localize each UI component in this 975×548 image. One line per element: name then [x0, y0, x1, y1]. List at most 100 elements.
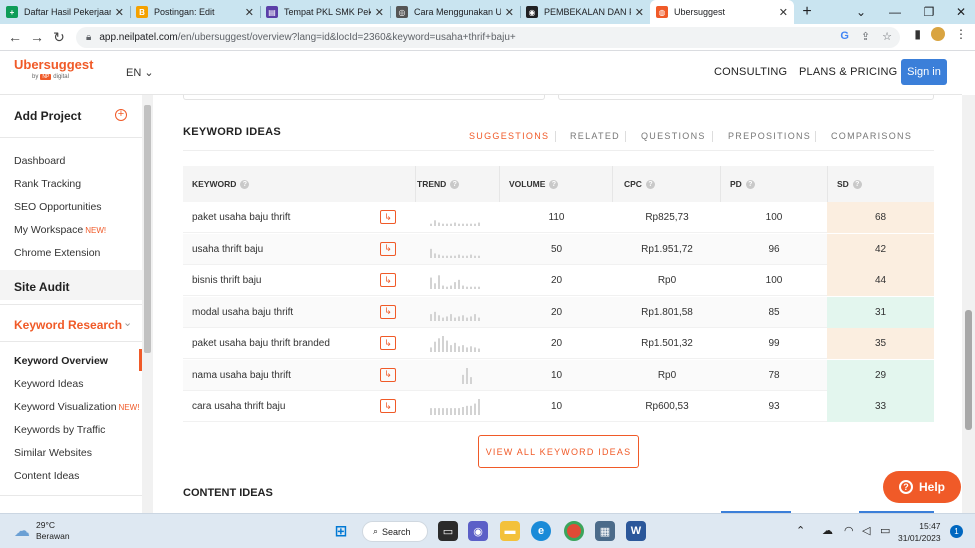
sign-in-button[interactable]: Sign in	[901, 59, 947, 85]
help-question-icon[interactable]: ?	[852, 179, 862, 189]
col-keyword[interactable]: KEYWORD?	[192, 179, 250, 189]
url-input[interactable]: 🔒︎ app.neilpatel.com/en/ubersuggest/over…	[76, 27, 900, 48]
col-volume[interactable]: VOLUME?	[509, 179, 559, 189]
add-project-label[interactable]: Add Project	[14, 109, 81, 123]
tab-suggestions[interactable]: SUGGESTIONS	[469, 131, 549, 141]
close-tab-icon[interactable]: ✕	[505, 6, 514, 19]
sidepanel-icon[interactable]: ▮	[914, 27, 921, 41]
keyword-details-icon[interactable]: ↳	[380, 273, 396, 287]
tab-comparisons[interactable]: COMPARISONS	[831, 131, 912, 141]
edge-icon[interactable]: e	[531, 521, 551, 541]
close-tab-icon[interactable]: ✕	[635, 6, 644, 19]
chrome-icon[interactable]	[564, 521, 584, 541]
back-icon[interactable]: ←	[4, 29, 26, 45]
close-tab-icon[interactable]: ✕	[245, 6, 254, 19]
keyword-cell[interactable]: nama usaha baju thrift	[192, 370, 291, 381]
sidebar-item-dashboard[interactable]: Dashboard	[14, 155, 65, 167]
view-all-keyword-ideas-button[interactable]: VIEW ALL KEYWORD IDEAS	[478, 435, 639, 468]
word-icon[interactable]: W	[626, 521, 646, 541]
onedrive-icon[interactable]: ☁	[822, 524, 833, 537]
browser-tab[interactable]: + Daftar Hasil Pekerjaan ✕	[0, 0, 130, 24]
calculator-icon[interactable]: ▦	[595, 521, 615, 541]
tab-questions[interactable]: QUESTIONS	[641, 131, 706, 141]
col-cpc[interactable]: CPC?	[624, 179, 655, 189]
browser-tab[interactable]: B Postingan: Edit ✕	[130, 0, 260, 24]
restore-icon[interactable]: ❐	[912, 0, 946, 24]
volume-icon[interactable]: ◁	[862, 524, 870, 537]
tab-related[interactable]: RELATED	[570, 131, 620, 141]
keyword-details-icon[interactable]: ↳	[380, 399, 396, 413]
sidebar-item-content-ideas[interactable]: Content Ideas	[14, 470, 79, 482]
consulting-link[interactable]: CONSULTING	[714, 66, 787, 78]
close-tab-icon[interactable]: ✕	[115, 6, 124, 19]
tab-prepositions[interactable]: PREPOSITIONS	[728, 131, 811, 141]
table-row[interactable]: paket usaha baju thrift branded ↳ 20 Rp1.50…	[183, 328, 934, 359]
forward-icon[interactable]: →	[26, 29, 48, 45]
keyword-details-icon[interactable]: ↳	[380, 304, 396, 319]
keyword-cell[interactable]: usaha thrift baju	[192, 244, 263, 255]
battery-icon[interactable]: ▭	[880, 524, 890, 537]
sidebar-item-similar-websites[interactable]: Similar Websites	[14, 447, 92, 459]
help-button[interactable]: ? Help	[883, 471, 961, 503]
page-scrollbar[interactable]	[962, 95, 975, 513]
sidebar-scrollbar[interactable]	[142, 95, 153, 513]
sidebar-item-my-workspace[interactable]: My Workspace NEW!	[14, 224, 106, 236]
wifi-icon[interactable]: ◠	[844, 524, 854, 537]
keyword-cell[interactable]: bisnis thrift baju	[192, 275, 261, 286]
sidebar-item-keywords-by-traffic[interactable]: Keywords by Traffic	[14, 424, 105, 436]
task-view-icon[interactable]: ▭	[438, 521, 458, 541]
ubersuggest-logo[interactable]: Ubersuggest by NP digital	[14, 57, 93, 80]
profile-avatar-icon[interactable]	[931, 27, 945, 41]
page-scrollbar-thumb[interactable]	[965, 310, 972, 430]
weather-widget[interactable]: ☁ 29°C Berawan	[14, 520, 70, 542]
keyword-cell[interactable]: paket usaha baju thrift	[192, 212, 290, 223]
keyword-details-icon[interactable]: ↳	[380, 241, 396, 256]
help-question-icon[interactable]: ?	[549, 179, 559, 189]
table-row[interactable]: modal usaha baju thrift ↳ 20 Rp1.801,58 85 31	[183, 296, 934, 328]
bookmark-star-icon[interactable]: ☆	[882, 30, 892, 43]
table-row[interactable]: paket usaha baju thrift ↳ 110 Rp825,73 100 68	[183, 202, 934, 233]
close-tab-icon[interactable]: ✕	[375, 6, 384, 19]
col-trend[interactable]: TREND?	[417, 179, 460, 189]
language-select[interactable]: EN ⌄	[126, 66, 154, 79]
windows-start-icon[interactable]: ⊞	[331, 521, 351, 541]
sidebar-item-seo-opportunities[interactable]: SEO Opportunities	[14, 201, 102, 213]
browser-tab[interactable]: ▤ Tempat PKL SMK Pekalongan ✕	[260, 0, 390, 24]
help-question-icon[interactable]: ?	[645, 179, 655, 189]
help-question-icon[interactable]: ?	[240, 179, 250, 189]
chat-icon[interactable]: ◉	[468, 521, 488, 541]
col-sd[interactable]: SD?	[837, 179, 862, 189]
keyword-cell[interactable]: cara usaha thrift baju	[192, 401, 285, 412]
sidebar-item-chrome-extension[interactable]: Chrome Extension	[14, 247, 100, 259]
add-project-plus-icon[interactable]: +	[115, 109, 127, 121]
browser-tab[interactable]: ◍ Ubersuggest ✕	[650, 0, 794, 24]
system-clock[interactable]: 15:47 31/01/2023	[898, 520, 941, 544]
google-icon[interactable]: G	[840, 30, 849, 43]
help-question-icon[interactable]: ?	[745, 179, 755, 189]
share-icon[interactable]: ⇪	[861, 30, 870, 43]
file-explorer-icon[interactable]: ▬	[500, 521, 520, 541]
table-row[interactable]: cara usaha thrift baju ↳ 10 Rp600,53 93 33	[183, 391, 934, 422]
browser-tab[interactable]: ◎ Cara Menggunakan Ubersuggest ✕	[390, 0, 520, 24]
chevron-up-icon[interactable]: ⌃	[796, 524, 805, 537]
reload-icon[interactable]: ↻	[48, 29, 70, 46]
taskbar-search[interactable]: ⌕ Search	[362, 521, 428, 542]
sidebar-scrollbar-thumb[interactable]	[144, 105, 151, 353]
minimize-icon[interactable]: —	[878, 0, 912, 24]
tab-search-icon[interactable]: ⌄	[844, 0, 878, 24]
browser-tab[interactable]: ◉ PEMBEKALAN DAN PKL ✕	[520, 0, 650, 24]
keyword-details-icon[interactable]: ↳	[380, 336, 396, 350]
plans-pricing-link[interactable]: PLANS & PRICING	[799, 66, 897, 78]
sidebar-item-keyword-ideas[interactable]: Keyword Ideas	[14, 378, 83, 390]
close-window-icon[interactable]: ✕	[944, 0, 975, 24]
sidebar-item-keyword-overview[interactable]: Keyword Overview	[14, 355, 108, 367]
keyword-research-label[interactable]: Keyword Research	[14, 318, 122, 332]
keyword-research-chevron-icon[interactable]: ⌄	[123, 316, 132, 329]
site-audit-label[interactable]: Site Audit	[14, 280, 70, 294]
keyword-details-icon[interactable]: ↳	[380, 210, 396, 224]
new-tab-icon[interactable]: +	[794, 0, 820, 24]
sidebar-item-keyword-visualization[interactable]: Keyword Visualization NEW!	[14, 401, 139, 413]
keyword-cell[interactable]: paket usaha baju thrift branded	[192, 338, 330, 349]
menu-kebab-icon[interactable]: ⋮	[955, 27, 967, 41]
table-row[interactable]: usaha thrift baju ↳ 50 Rp1.951,72 96 42	[183, 233, 934, 265]
